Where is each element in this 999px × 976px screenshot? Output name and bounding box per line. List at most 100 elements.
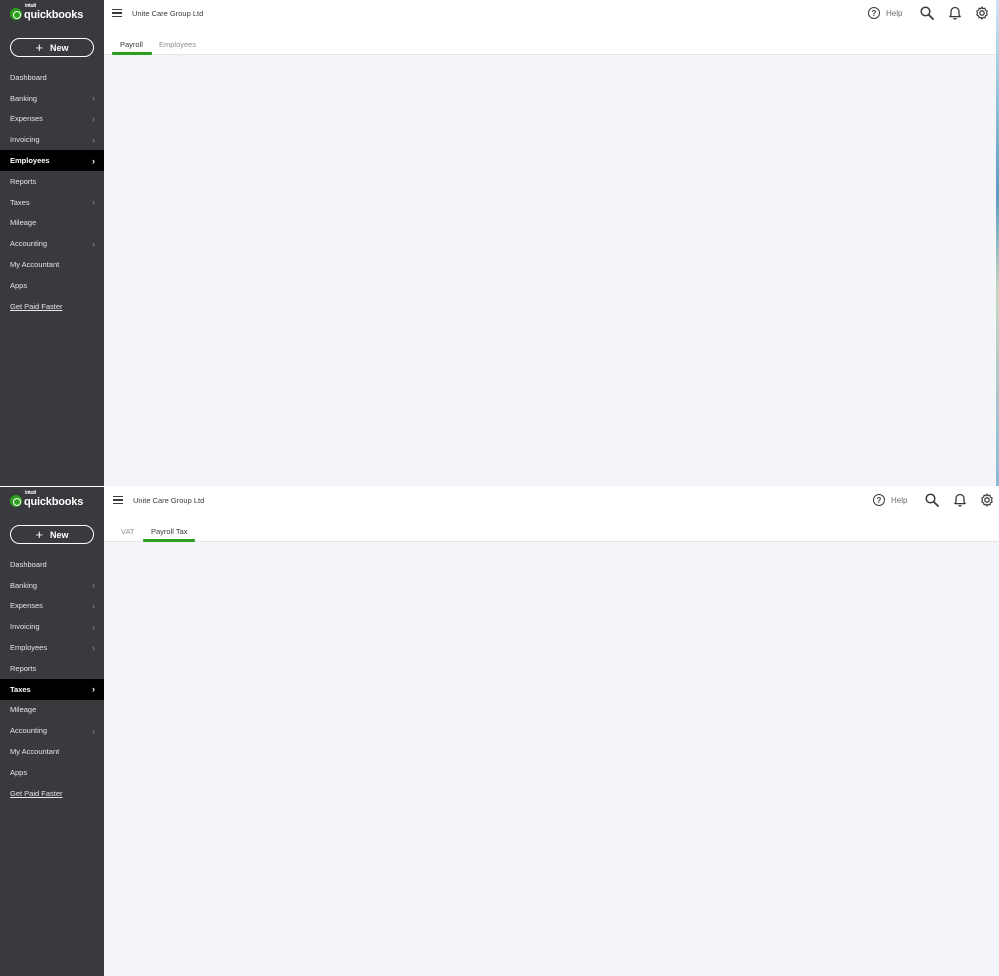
chevron-right-icon: › [92, 725, 95, 736]
sidebar-item-my-accountant[interactable]: My Accountant [0, 741, 104, 762]
left-sidebar: intuit quickbooks + New Dashboard Bankin… [0, 0, 104, 486]
sidebar-item-label: Apps [10, 280, 28, 290]
chevron-right-icon: › [92, 93, 95, 104]
company-name: Unite Care Group Ltd [132, 9, 204, 18]
gear-icon[interactable] [980, 493, 994, 507]
new-button[interactable]: + New [10, 38, 94, 57]
chevron-right-icon: › [92, 134, 95, 145]
sidebar-item-employees[interactable]: Employees › [0, 150, 104, 171]
chevron-right-icon: › [92, 113, 95, 124]
tab-vat[interactable]: VAT [121, 527, 134, 536]
sidebar-item-label: My Accountant [10, 747, 60, 757]
sidebar-nav: Dashboard Banking › Expenses › Invoicing › … [0, 67, 104, 314]
chevron-right-icon: › [92, 642, 95, 653]
help-circle-icon: ? [868, 7, 880, 19]
left-sidebar: intuit quickbooks + New Dashboard Bankin… [0, 487, 104, 976]
new-button[interactable]: + New [10, 525, 94, 544]
sidebar-item-label: Mileage [10, 705, 37, 715]
taxes-screen: intuit quickbooks + New Dashboard Bankin… [0, 487, 999, 976]
sidebar-item-taxes[interactable]: Taxes › [0, 192, 104, 213]
bell-icon[interactable] [948, 6, 962, 20]
chevron-right-icon: › [92, 684, 95, 695]
bell-icon[interactable] [953, 493, 967, 507]
help-label: Help [886, 8, 903, 18]
chevron-right-icon: › [92, 197, 95, 208]
tab-employees[interactable]: Employees [159, 40, 196, 49]
plus-icon: + [35, 526, 44, 542]
sidebar-item-expenses[interactable]: Expenses › [0, 596, 104, 617]
gear-icon[interactable] [975, 6, 989, 20]
hamburger-menu-icon[interactable] [113, 496, 123, 504]
search-icon[interactable] [920, 6, 934, 20]
chevron-right-icon: › [92, 580, 95, 591]
tab-payroll-tax[interactable]: Payroll Tax [151, 527, 188, 536]
sidebar-item-reports[interactable]: Reports [0, 171, 104, 192]
help-button[interactable]: ? Help [868, 7, 902, 19]
tab-payroll[interactable]: Payroll [120, 40, 143, 49]
sidebar-item-label: Expenses [10, 114, 43, 124]
sidebar-item-label: Banking [10, 580, 38, 590]
payroll-screen: intuit quickbooks + New Dashboard Bankin… [0, 0, 999, 486]
main-content-area [104, 542, 999, 976]
tab-bar: Payroll Employees [104, 27, 999, 55]
top-bar: Unite Care Group Ltd ? Help [104, 0, 999, 27]
chevron-right-icon: › [92, 238, 95, 249]
sidebar-item-banking[interactable]: Banking › [0, 575, 104, 596]
sidebar-item-banking[interactable]: Banking › [0, 88, 104, 109]
sidebar-item-expenses[interactable]: Expenses › [0, 109, 104, 130]
sidebar-item-label: Invoicing [10, 135, 40, 145]
sidebar-item-label: Employees [10, 643, 48, 653]
sidebar-item-mileage[interactable]: Mileage [0, 700, 104, 721]
sidebar-item-label: Employees [10, 156, 50, 166]
new-button-label: New [50, 42, 69, 53]
brand-intuit-text: intuit [25, 3, 37, 9]
sidebar-item-dashboard[interactable]: Dashboard [0, 554, 104, 575]
sidebar-item-employees[interactable]: Employees › [0, 637, 104, 658]
sidebar-item-label: Taxes [10, 684, 31, 694]
sidebar-item-invoicing[interactable]: Invoicing › [0, 129, 104, 150]
sidebar-item-label: Expenses [10, 601, 43, 611]
get-paid-faster-link[interactable]: Get Paid Faster [0, 789, 63, 798]
chevron-right-icon: › [92, 600, 95, 611]
sidebar-item-apps[interactable]: Apps [0, 275, 104, 296]
company-name: Unite Care Group Ltd [133, 496, 205, 505]
sidebar-item-accounting[interactable]: Accounting › [0, 233, 104, 254]
quickbooks-logo-icon [10, 8, 22, 20]
sidebar-item-invoicing[interactable]: Invoicing › [0, 616, 104, 637]
sidebar-item-label: Dashboard [10, 559, 47, 569]
main-content-area [104, 55, 999, 486]
chevron-right-icon: › [92, 155, 95, 166]
sidebar-item-apps[interactable]: Apps [0, 762, 104, 783]
top-bar: Unite Care Group Ltd ? Help [104, 487, 999, 514]
quickbooks-logo[interactable]: intuit quickbooks [10, 490, 84, 508]
sidebar-item-label: Mileage [10, 218, 37, 228]
chevron-right-icon: › [92, 621, 95, 632]
sidebar-item-mileage[interactable]: Mileage [0, 213, 104, 234]
sidebar-item-label: Dashboard [10, 72, 47, 82]
sidebar-item-taxes[interactable]: Taxes › [0, 678, 104, 700]
sidebar-item-label: Taxes [10, 197, 30, 207]
new-button-label: New [50, 529, 69, 540]
help-button[interactable]: ? Help [873, 494, 907, 506]
hamburger-menu-icon[interactable] [112, 9, 122, 17]
help-circle-icon: ? [873, 494, 885, 506]
brand-name: quickbooks [24, 9, 84, 21]
plus-icon: + [35, 39, 44, 55]
sidebar-item-label: Banking [10, 93, 38, 103]
help-label: Help [891, 495, 908, 505]
search-icon[interactable] [925, 493, 939, 507]
sidebar-item-dashboard[interactable]: Dashboard [0, 67, 104, 88]
sidebar-item-label: Reports [10, 176, 37, 186]
sidebar-item-reports[interactable]: Reports [0, 658, 104, 679]
sidebar-item-label: Invoicing [10, 622, 40, 632]
tab-bar: VAT Payroll Tax [104, 514, 999, 542]
brand-intuit-text: intuit [25, 490, 37, 496]
get-paid-faster-link[interactable]: Get Paid Faster [0, 302, 63, 311]
sidebar-item-label: My Accountant [10, 260, 60, 270]
sidebar-item-label: Accounting [10, 239, 48, 249]
sidebar-item-my-accountant[interactable]: My Accountant [0, 254, 104, 275]
sidebar-item-label: Accounting [10, 726, 48, 736]
sidebar-item-accounting[interactable]: Accounting › [0, 720, 104, 741]
quickbooks-logo[interactable]: intuit quickbooks [10, 3, 84, 21]
brand-name: quickbooks [24, 496, 84, 508]
